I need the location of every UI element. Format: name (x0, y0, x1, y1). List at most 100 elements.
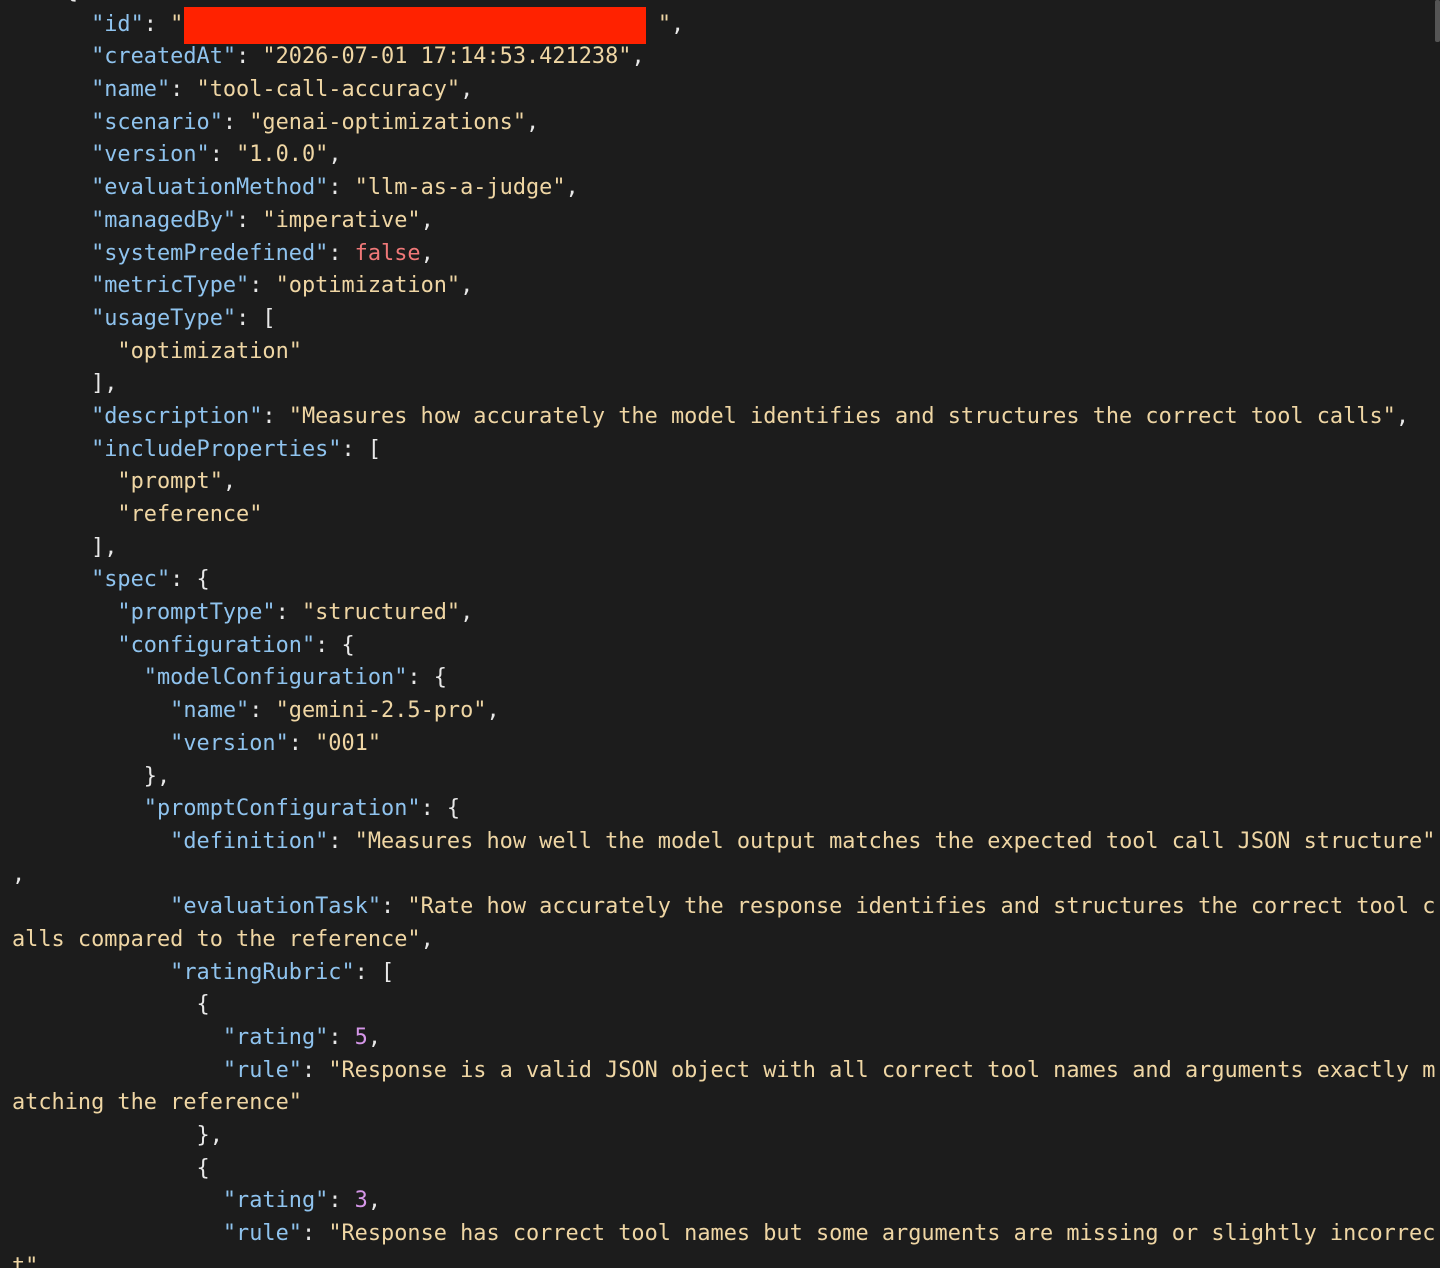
code-line: "includeProperties": [ (12, 434, 1435, 467)
code-line: "description": "Measures how accurately … (12, 401, 1435, 434)
code-token: , (671, 11, 685, 37)
code-line: "rating": 5, (12, 1022, 1435, 1055)
code-line: { (12, 989, 1435, 1022)
code-token: , (486, 698, 500, 724)
code-token: , (460, 77, 474, 103)
code-line: "configuration": { (12, 630, 1435, 663)
code-token: : { (170, 567, 210, 593)
code-token: "Response has correct tool names but som… (328, 1221, 1436, 1247)
code-token: , (420, 240, 434, 266)
code-line: "evaluationMethod": "llm-as-a-judge", (12, 172, 1435, 205)
code-token: : (143, 11, 171, 37)
code-token: "structured" (301, 600, 461, 626)
code-token: : (262, 403, 289, 429)
code-token: "spec" (12, 567, 171, 593)
code-token: 5 (354, 1025, 368, 1050)
code-token: : [ (354, 959, 395, 985)
code-line: "version": "001" (12, 728, 1435, 761)
code-token: : { (407, 665, 447, 691)
code-line: "spec": { (12, 564, 1435, 597)
code-line: { (12, 1153, 1435, 1186)
code-token: , (367, 1188, 382, 1214)
code-token: "reference" (12, 502, 263, 527)
code-token: { (12, 992, 210, 1018)
code-line: atching the reference" (12, 1087, 1435, 1120)
code-token: , (328, 142, 342, 168)
code-token: , (420, 926, 434, 952)
code-token: , (420, 207, 434, 233)
code-token: " (170, 11, 184, 37)
code-token: : (381, 894, 408, 920)
code-token: : (275, 600, 302, 626)
code-token: "imperative" (262, 207, 421, 233)
code-token: : (328, 1188, 355, 1214)
code-line: }, (12, 761, 1435, 794)
code-token: , (460, 600, 474, 626)
code-token: "Response is a valid JSON object with al… (328, 1057, 1436, 1083)
code-line: "scenario": "genai-optimizations", (12, 107, 1435, 140)
code-line: "evaluationTask": "Rate how accurately t… (12, 891, 1435, 924)
code-token: : (249, 273, 276, 299)
code-line: , (12, 859, 1435, 892)
code-line: t" (12, 1251, 1435, 1268)
code-token: }, (12, 1123, 223, 1149)
code-token: "2026-07-01 17:14:53.421238" (262, 44, 632, 70)
code-line: "reference" (12, 499, 1435, 532)
code-token: ], (12, 534, 118, 560)
code-token: false (354, 240, 421, 266)
code-token: : (328, 240, 355, 266)
code-line: "metricType": "optimization", (12, 270, 1435, 303)
code-line: "systemPredefined": false, (12, 238, 1435, 271)
code-token: "Measures how well the model output matc… (354, 828, 1436, 854)
code-line: }, (12, 1120, 1435, 1153)
code-line: ], (12, 368, 1435, 401)
code-token: "usageType" (12, 305, 237, 331)
code-token: : (301, 1221, 329, 1247)
code-line: "name": "gemini-2.5-pro", (12, 695, 1435, 728)
code-token: "001" (315, 730, 382, 756)
terminal-window[interactable]: { "id": " ", "createdAt": "2026-07-01 17… (0, 0, 1440, 1268)
code-line: "promptConfiguration": { (12, 793, 1435, 826)
code-token: : (328, 175, 355, 201)
code-token: "includeProperties" (12, 436, 342, 462)
code-token: { (12, 1155, 210, 1181)
code-token: : (301, 1057, 329, 1083)
code-token: , (460, 273, 474, 299)
redaction-box (184, 7, 646, 44)
code-line: "version": "1.0.0", (12, 139, 1435, 172)
code-token: "configuration" (12, 632, 316, 658)
code-line: alls compared to the reference", (12, 924, 1435, 957)
code-token: "Rate how accurately the response identi… (407, 894, 1436, 920)
code-token: "scenario" (12, 109, 223, 135)
code-token: "metricType" (12, 273, 250, 299)
code-line: "promptType": "structured", (12, 597, 1435, 630)
code-token: "systemPredefined" (12, 240, 329, 266)
code-token: : [ (236, 305, 276, 331)
code-token: "modelConfiguration" (12, 665, 408, 691)
code-token: "optimization" (12, 338, 302, 364)
code-token: "gemini-2.5-pro" (275, 698, 487, 724)
code-token: "name" (12, 77, 171, 103)
code-token: "llm-as-a-judge" (354, 175, 566, 201)
code-token: "prompt" (12, 469, 223, 495)
code-token: "promptType" (12, 600, 276, 626)
scrollbar[interactable] (1435, 0, 1440, 42)
code-token: , (631, 44, 645, 70)
code-token: "managedBy" (12, 207, 237, 233)
code-line: ], (12, 532, 1435, 565)
code-token: "name" (12, 698, 250, 724)
code-line: "modelConfiguration": { (12, 662, 1435, 695)
code-token: 3 (354, 1188, 368, 1214)
code-token: "rating" (12, 1188, 329, 1214)
code-token: , (222, 469, 237, 495)
code-token: "ratingRubric" (12, 959, 355, 985)
code-token: }, (12, 763, 171, 789)
code-token: ], (12, 371, 118, 397)
code-token: "evaluationMethod" (12, 175, 329, 201)
code-token: "version" (12, 142, 210, 168)
code-token: "version" (12, 730, 289, 756)
code-token: , (12, 861, 26, 887)
json-output: { "id": " ", "createdAt": "2026-07-01 17… (12, 0, 1435, 1268)
code-token: : { (420, 796, 461, 822)
code-line: "prompt", (12, 466, 1435, 499)
